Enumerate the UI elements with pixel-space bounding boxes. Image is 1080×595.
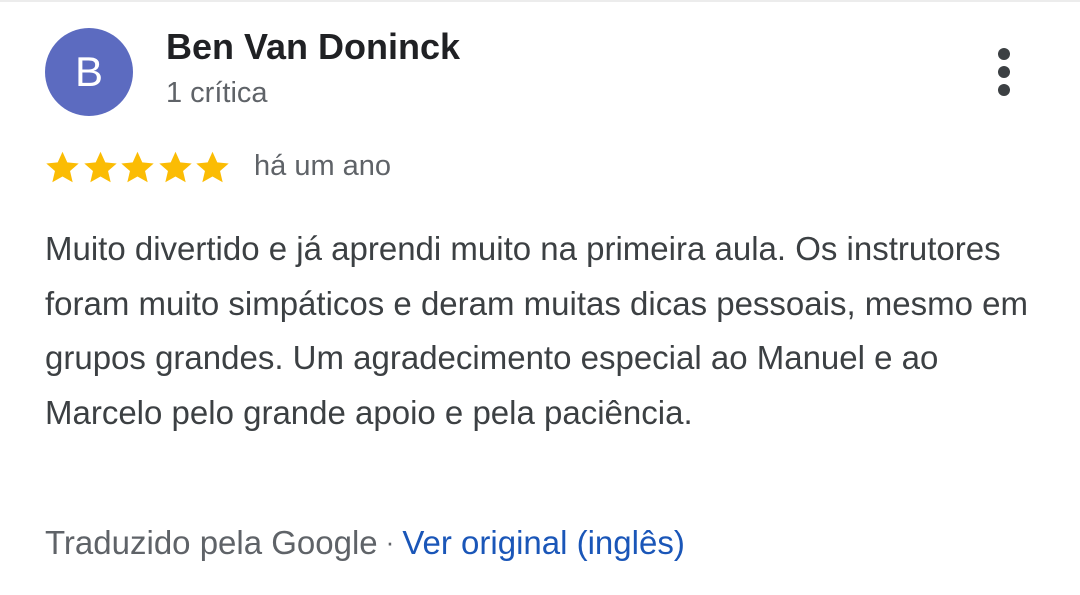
avatar-initial: B bbox=[74, 48, 103, 95]
more-vert-icon-dot bbox=[998, 66, 1010, 78]
star-icon bbox=[119, 149, 156, 186]
author-name[interactable]: Ben Van Doninck bbox=[166, 26, 460, 68]
review-text: Muito divertido e já aprendi muito na pr… bbox=[45, 230, 1029, 431]
more-vert-icon bbox=[998, 48, 1010, 60]
star-icon bbox=[82, 149, 119, 186]
more-vert-icon-dot bbox=[998, 84, 1010, 96]
translated-label: Traduzido pela Google bbox=[45, 524, 378, 561]
author-review-count: 1 crítica bbox=[166, 77, 268, 109]
view-original-link[interactable]: Ver original (inglês) bbox=[402, 524, 684, 561]
translation-footer: Traduzido pela Google · Ver original (ingl… bbox=[45, 524, 685, 562]
review-date: há um ano bbox=[254, 150, 392, 182]
more-options-button[interactable] bbox=[988, 44, 1020, 100]
star-icon bbox=[44, 149, 81, 186]
top-divider bbox=[0, 0, 1080, 2]
star-rating bbox=[44, 149, 232, 187]
star-icon bbox=[157, 149, 194, 186]
star-icon bbox=[194, 149, 231, 186]
avatar[interactable]: B bbox=[45, 28, 133, 116]
footer-separator: · bbox=[385, 527, 395, 557]
